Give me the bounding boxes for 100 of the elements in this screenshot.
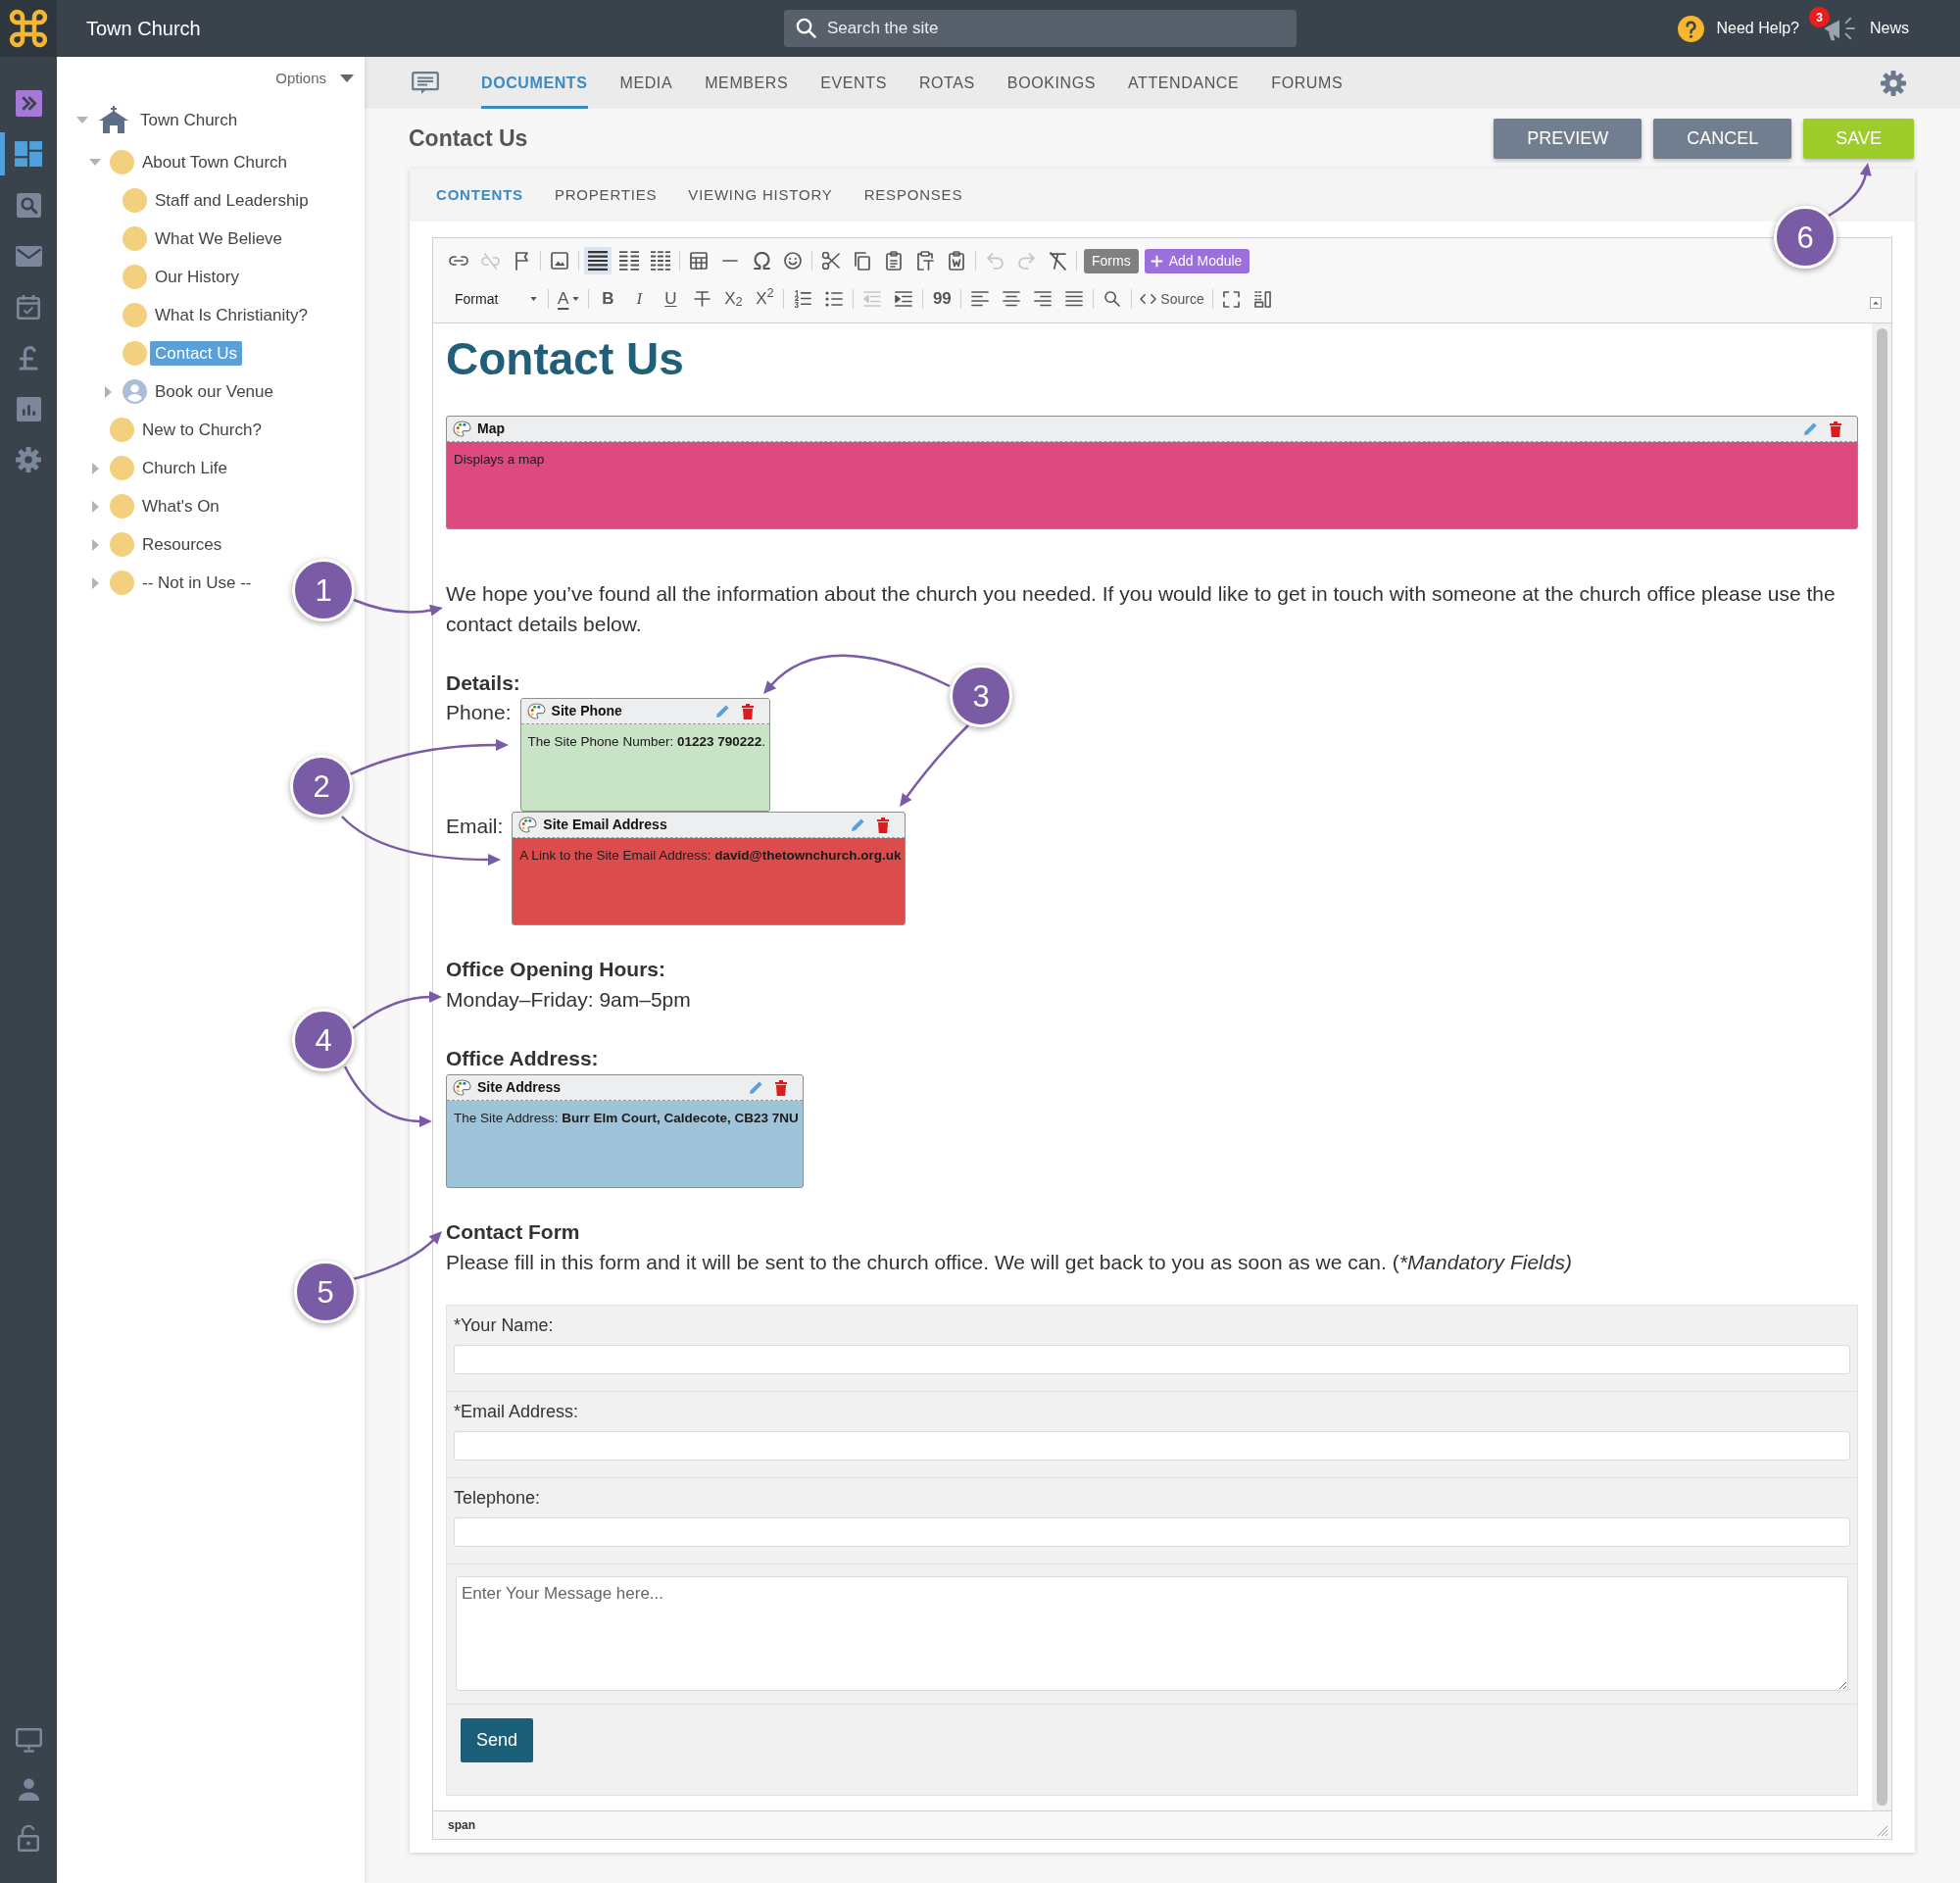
tab[interactable]: RESPONSES	[863, 183, 963, 207]
trash-icon[interactable]	[1830, 421, 1841, 437]
padlock-icon[interactable]	[18, 1824, 39, 1852]
trash-icon[interactable]	[774, 1079, 787, 1096]
news-link[interactable]: News	[1870, 17, 1909, 40]
block-layout-icon[interactable]	[584, 247, 612, 274]
pencil-icon[interactable]	[715, 704, 730, 719]
tab[interactable]: VIEWING HISTORY	[688, 183, 833, 207]
clear-format-icon[interactable]	[1049, 251, 1066, 271]
body-text: We hope you’ve found all the information about the church you needed. If you would like to get in touch with someone at the church office please use the contact details below.	[446, 581, 1837, 637]
double-chevron-icon[interactable]	[15, 89, 42, 117]
settings-icon[interactable]	[1881, 70, 1906, 96]
bar-chart-icon[interactable]	[16, 396, 41, 421]
scrollbar-thumb[interactable]	[1876, 328, 1887, 1806]
bold-button[interactable]: B	[594, 285, 622, 313]
text-input[interactable]	[454, 1345, 1850, 1374]
pencil-icon[interactable]	[1803, 421, 1818, 436]
align-right-icon[interactable]	[1034, 291, 1053, 307]
calendar-check-icon[interactable]	[17, 294, 40, 320]
preview-button[interactable]: PREVIEW	[1494, 119, 1642, 159]
element-path[interactable]: span	[448, 1816, 475, 1834]
indent-icon[interactable]	[895, 291, 913, 307]
gear-icon[interactable]	[16, 447, 41, 472]
tab[interactable]: FORUMS	[1271, 57, 1344, 109]
logo-icon[interactable]	[0, 0, 57, 57]
source-button[interactable]: Source	[1137, 285, 1207, 313]
flag-icon[interactable]	[514, 251, 528, 271]
tab[interactable]: MEDIA	[619, 57, 673, 109]
link-icon[interactable]	[449, 256, 468, 266]
maximize-icon[interactable]	[1223, 290, 1241, 308]
options-dropdown[interactable]: Options	[275, 67, 354, 90]
omega-icon[interactable]	[753, 252, 770, 270]
underline-button[interactable]: U	[657, 285, 685, 313]
trash-icon[interactable]	[742, 703, 754, 719]
show-blocks-icon[interactable]	[1254, 290, 1272, 308]
tree-item[interactable]: Book our Venue	[150, 379, 278, 404]
tree-item[interactable]: New to Church?	[137, 418, 267, 442]
help-icon[interactable]	[1678, 15, 1705, 42]
pencil-icon[interactable]	[851, 818, 866, 832]
tab[interactable]: PROPERTIES	[554, 183, 658, 207]
resize-grip-icon[interactable]	[1878, 1826, 1887, 1836]
three-column-icon[interactable]	[651, 251, 670, 271]
image-icon[interactable]	[551, 252, 568, 270]
pound-sign-icon[interactable]	[19, 345, 38, 371]
person-icon[interactable]	[17, 1777, 40, 1801]
envelope-icon[interactable]	[15, 245, 42, 267]
subscript-button[interactable]: X$_{2}$	[719, 285, 748, 313]
tab[interactable]: EVENTS	[820, 57, 887, 109]
copy-icon[interactable]	[855, 251, 870, 271]
tree-item[interactable]: -- Not in Use --	[137, 570, 257, 595]
clipboard-text-icon[interactable]	[916, 251, 934, 271]
tab[interactable]: MEMBERS	[705, 57, 789, 109]
superscript-button[interactable]: X$^{2}$	[751, 285, 779, 313]
align-center-icon[interactable]	[1003, 291, 1021, 307]
tree-item[interactable]: Our History	[150, 265, 244, 289]
forms-button[interactable]: Forms	[1084, 248, 1139, 273]
tree-item[interactable]: Town Church	[135, 107, 243, 132]
text-input[interactable]	[454, 1517, 1850, 1547]
tab[interactable]: ROTAS	[918, 57, 975, 109]
tree-item[interactable]: What We Believe	[150, 226, 288, 251]
monitor-icon[interactable]	[15, 1727, 42, 1753]
tree-item[interactable]: Resources	[137, 532, 227, 557]
clipboard-icon[interactable]	[886, 251, 902, 271]
tab[interactable]: BOOKINGS	[1006, 57, 1096, 109]
search-field[interactable]: Search the site	[784, 10, 1297, 47]
blockquote-button[interactable]: 99	[928, 285, 956, 313]
search-icon[interactable]	[16, 192, 41, 218]
clipboard-word-icon[interactable]	[949, 251, 964, 271]
strikethrough-icon[interactable]	[693, 291, 710, 307]
send-button[interactable]: Send	[461, 1718, 534, 1762]
tree-item[interactable]: About Town Church	[137, 150, 293, 174]
message-field[interactable]: Enter Your Message here...	[456, 1576, 1848, 1691]
tree-item[interactable]: Church Life	[137, 456, 232, 480]
align-left-icon[interactable]	[971, 291, 990, 307]
pencil-icon[interactable]	[748, 1080, 763, 1095]
cancel-button[interactable]: CANCEL	[1653, 119, 1792, 159]
horizontal-line-icon[interactable]	[722, 259, 738, 263]
smiley-icon[interactable]	[784, 252, 802, 270]
format-dropdown[interactable]: Format	[445, 285, 543, 313]
text-input[interactable]	[454, 1431, 1850, 1461]
tree-item[interactable]: What's On	[137, 494, 224, 519]
two-column-icon[interactable]	[619, 251, 639, 271]
italic-button[interactable]: I	[625, 285, 654, 313]
message-list-icon[interactable]	[412, 71, 439, 95]
tree-item[interactable]: Staff and Leadership	[150, 188, 314, 213]
trash-icon[interactable]	[877, 817, 890, 833]
table-icon[interactable]	[690, 252, 708, 270]
tree-item[interactable]: What Is Christianity?	[150, 303, 313, 327]
bulleted-list-icon[interactable]	[825, 291, 844, 307]
search-icon[interactable]	[1104, 291, 1121, 307]
numbered-list-icon[interactable]	[794, 290, 811, 308]
scissors-icon[interactable]	[822, 252, 840, 270]
collapse-toolbar-icon[interactable]	[1870, 297, 1882, 309]
font-color-button[interactable]: A	[554, 285, 584, 313]
tab[interactable]: ATTENDANCE	[1128, 57, 1240, 109]
help-link[interactable]: Need Help?	[1716, 17, 1799, 40]
add-module-button[interactable]: Add Module	[1144, 248, 1250, 273]
dashboard-icon[interactable]	[15, 141, 42, 167]
align-justify-icon[interactable]	[1065, 291, 1084, 307]
site-title[interactable]: Town Church	[86, 18, 201, 39]
